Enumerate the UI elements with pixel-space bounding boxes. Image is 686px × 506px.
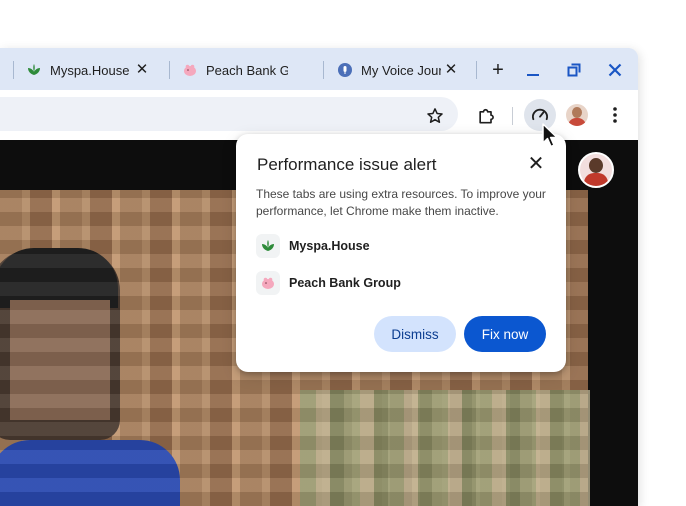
tab-separator: [323, 61, 324, 79]
tab-close-icon[interactable]: ✕: [443, 61, 459, 79]
site-item-myspa: Myspa.House: [256, 233, 370, 259]
performance-alert-dialog: Performance issue alert ✕ These tabs are…: [236, 134, 566, 372]
dialog-description: These tabs are using extra resources. To…: [256, 187, 546, 218]
site-name: Peach Bank Group: [289, 276, 401, 290]
tab-close-icon[interactable]: ✕: [134, 61, 150, 79]
more-menu-icon[interactable]: [599, 99, 631, 131]
piggy-bank-icon: [182, 62, 198, 78]
tab-strip: Myspa.House ✕ Peach Bank Gr My Voice Jou…: [0, 48, 638, 90]
minimize-icon[interactable]: [521, 58, 545, 82]
person-figure: [0, 250, 120, 440]
extensions-puzzle-icon[interactable]: [470, 100, 502, 132]
tab-separator: [13, 61, 14, 79]
tab-title: My Voice Journ: [361, 62, 441, 78]
tab-voice-journal[interactable]: My Voice Journ ✕: [337, 58, 459, 82]
restore-icon[interactable]: [562, 58, 586, 82]
piggy-bank-icon: [256, 271, 280, 295]
site-item-peach-bank: Peach Bank Group: [256, 270, 401, 296]
leaf-icon: [26, 62, 42, 78]
person-shirt: [0, 440, 180, 506]
dialog-title: Performance issue alert: [257, 155, 437, 174]
microphone-icon: [337, 62, 353, 78]
leaf-icon: [256, 234, 280, 258]
tab-myspa[interactable]: Myspa.House ✕: [26, 58, 150, 82]
toolbar-separator: [512, 107, 513, 125]
participant-avatar[interactable]: [578, 152, 614, 188]
profile-avatar[interactable]: [561, 99, 593, 131]
person-face: [10, 300, 110, 420]
site-name: Myspa.House: [289, 239, 370, 253]
person-hair: [0, 248, 118, 308]
background-plants: [300, 390, 590, 506]
mouse-pointer-icon: [541, 123, 561, 149]
dialog-close-icon[interactable]: ✕: [526, 154, 546, 174]
tab-peach-bank[interactable]: Peach Bank Gr: [182, 58, 308, 82]
tab-separator: [169, 61, 170, 79]
new-tab-button[interactable]: +: [486, 58, 510, 82]
gauge-icon: [532, 108, 548, 121]
tab-separator: [476, 61, 477, 79]
address-bar[interactable]: [0, 97, 458, 131]
close-icon[interactable]: [603, 58, 627, 82]
fix-now-button[interactable]: Fix now: [464, 316, 546, 352]
dismiss-button[interactable]: Dismiss: [374, 316, 456, 352]
bookmark-star-icon[interactable]: [419, 100, 451, 132]
tab-title: Myspa.House: [50, 62, 130, 78]
tab-title: Peach Bank Gr: [206, 62, 288, 78]
